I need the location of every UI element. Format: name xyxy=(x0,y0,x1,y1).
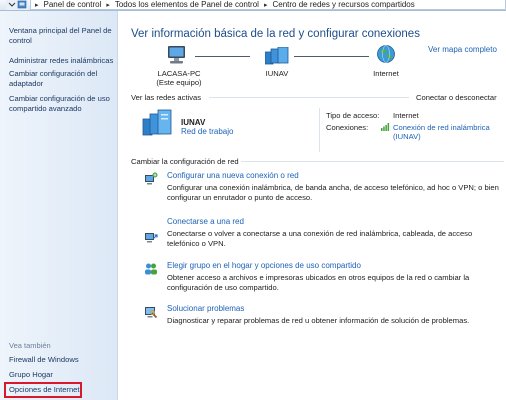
vertical-divider xyxy=(319,108,320,152)
task-connect-network-link[interactable]: Conectarse a una red xyxy=(167,217,244,226)
task-setup-connection-desc: Configurar una conexión inalámbrica, de … xyxy=(167,183,499,202)
task-homegroup-link[interactable]: Elegir grupo en el hogar y opciones de u… xyxy=(167,261,361,270)
link-line-network-internet xyxy=(294,56,369,57)
sidebar-link-firewall[interactable]: Firewall de Windows xyxy=(9,355,115,365)
section-divider xyxy=(241,161,504,162)
view-full-map-link[interactable]: Ver mapa completo xyxy=(428,45,497,54)
map-internet-label: Internet xyxy=(373,69,399,78)
troubleshoot-icon[interactable] xyxy=(144,305,158,319)
change-settings-label: Cambiar la configuración de red xyxy=(131,157,239,166)
network-type-link[interactable]: Red de trabajo xyxy=(181,127,233,136)
connect-network-icon[interactable] xyxy=(144,230,158,244)
breadcrumb-network-center[interactable]: Centro de redes y recursos compartidos xyxy=(272,0,414,9)
sidebar-link-advanced-sharing[interactable]: Cambiar configuración de uso compartido … xyxy=(9,94,115,114)
homegroup-icon[interactable] xyxy=(144,262,158,276)
breadcrumb-separator-icon[interactable]: ▸ xyxy=(264,1,268,9)
computer-icon[interactable] xyxy=(166,44,188,66)
network-icon[interactable] xyxy=(265,47,289,65)
sidebar-link-control-panel-home[interactable]: Ventana principal del Panel de control xyxy=(9,26,115,46)
active-network-name: IUNAV xyxy=(181,118,206,127)
address-bar: ▸ Panel de control ▸ Todos los elementos… xyxy=(0,0,506,11)
task-troubleshoot-desc: Diagnosticar y reparar problemas de red … xyxy=(167,316,470,325)
breadcrumb-panel-control[interactable]: Panel de control xyxy=(44,0,102,9)
breadcrumb-separator-icon[interactable]: ▸ xyxy=(106,1,110,9)
highlight-box xyxy=(4,382,82,398)
sidebar-link-adapter-settings[interactable]: Cambiar configuración del adaptador xyxy=(9,69,115,89)
connections-label: Conexiones: xyxy=(326,123,369,132)
breadcrumb-separator-icon[interactable]: ▸ xyxy=(35,1,39,9)
access-type-value: Internet xyxy=(393,111,419,120)
access-type-label: Tipo de acceso: xyxy=(326,111,380,120)
wireless-signal-icon xyxy=(381,123,390,131)
see-also-heading: Vea también xyxy=(9,341,51,350)
active-networks-label: Ver las redes activas xyxy=(131,93,202,102)
task-setup-connection-link[interactable]: Configurar una nueva conexión o red xyxy=(167,171,299,180)
breadcrumb-all-items[interactable]: Todos los elementos de Panel de control xyxy=(115,0,259,9)
sidebar-link-manage-wireless[interactable]: Administrar redes inalámbricas xyxy=(9,56,115,66)
map-network-label: IUNAV xyxy=(265,69,289,78)
computer-name: LACASA-PC xyxy=(157,69,201,78)
wireless-connection-link[interactable]: Conexión de red inalámbrica (IUNAV) xyxy=(393,123,493,141)
task-connect-network-desc: Conectarse o volver a conectarse a una c… xyxy=(167,229,473,248)
map-computer-label: LACASA-PC (Este equipo) xyxy=(149,69,209,87)
main-content: Ver información básica de la red y confi… xyxy=(119,11,506,400)
task-troubleshoot-link[interactable]: Solucionar problemas xyxy=(167,304,244,313)
link-line-computer-network xyxy=(195,56,250,57)
new-connection-icon[interactable] xyxy=(144,172,158,186)
task-homegroup-desc: Obtener acceso a archivos e impresoras u… xyxy=(167,273,470,292)
address-field[interactable]: ▸ Panel de control ▸ Todos los elementos… xyxy=(30,0,506,10)
work-network-icon xyxy=(142,109,172,136)
back-forward-dropdown-icon[interactable] xyxy=(6,0,28,10)
page-title: Ver información básica de la red y confi… xyxy=(131,28,420,40)
section-divider xyxy=(209,97,409,98)
connect-disconnect-link[interactable]: Conectar o desconectar xyxy=(416,93,497,102)
sidebar-link-homegroup[interactable]: Grupo Hogar xyxy=(9,370,115,380)
sidebar: Ventana principal del Panel de control A… xyxy=(0,11,118,400)
computer-sub: (Este equipo) xyxy=(156,78,202,87)
internet-globe-icon[interactable] xyxy=(376,44,396,64)
